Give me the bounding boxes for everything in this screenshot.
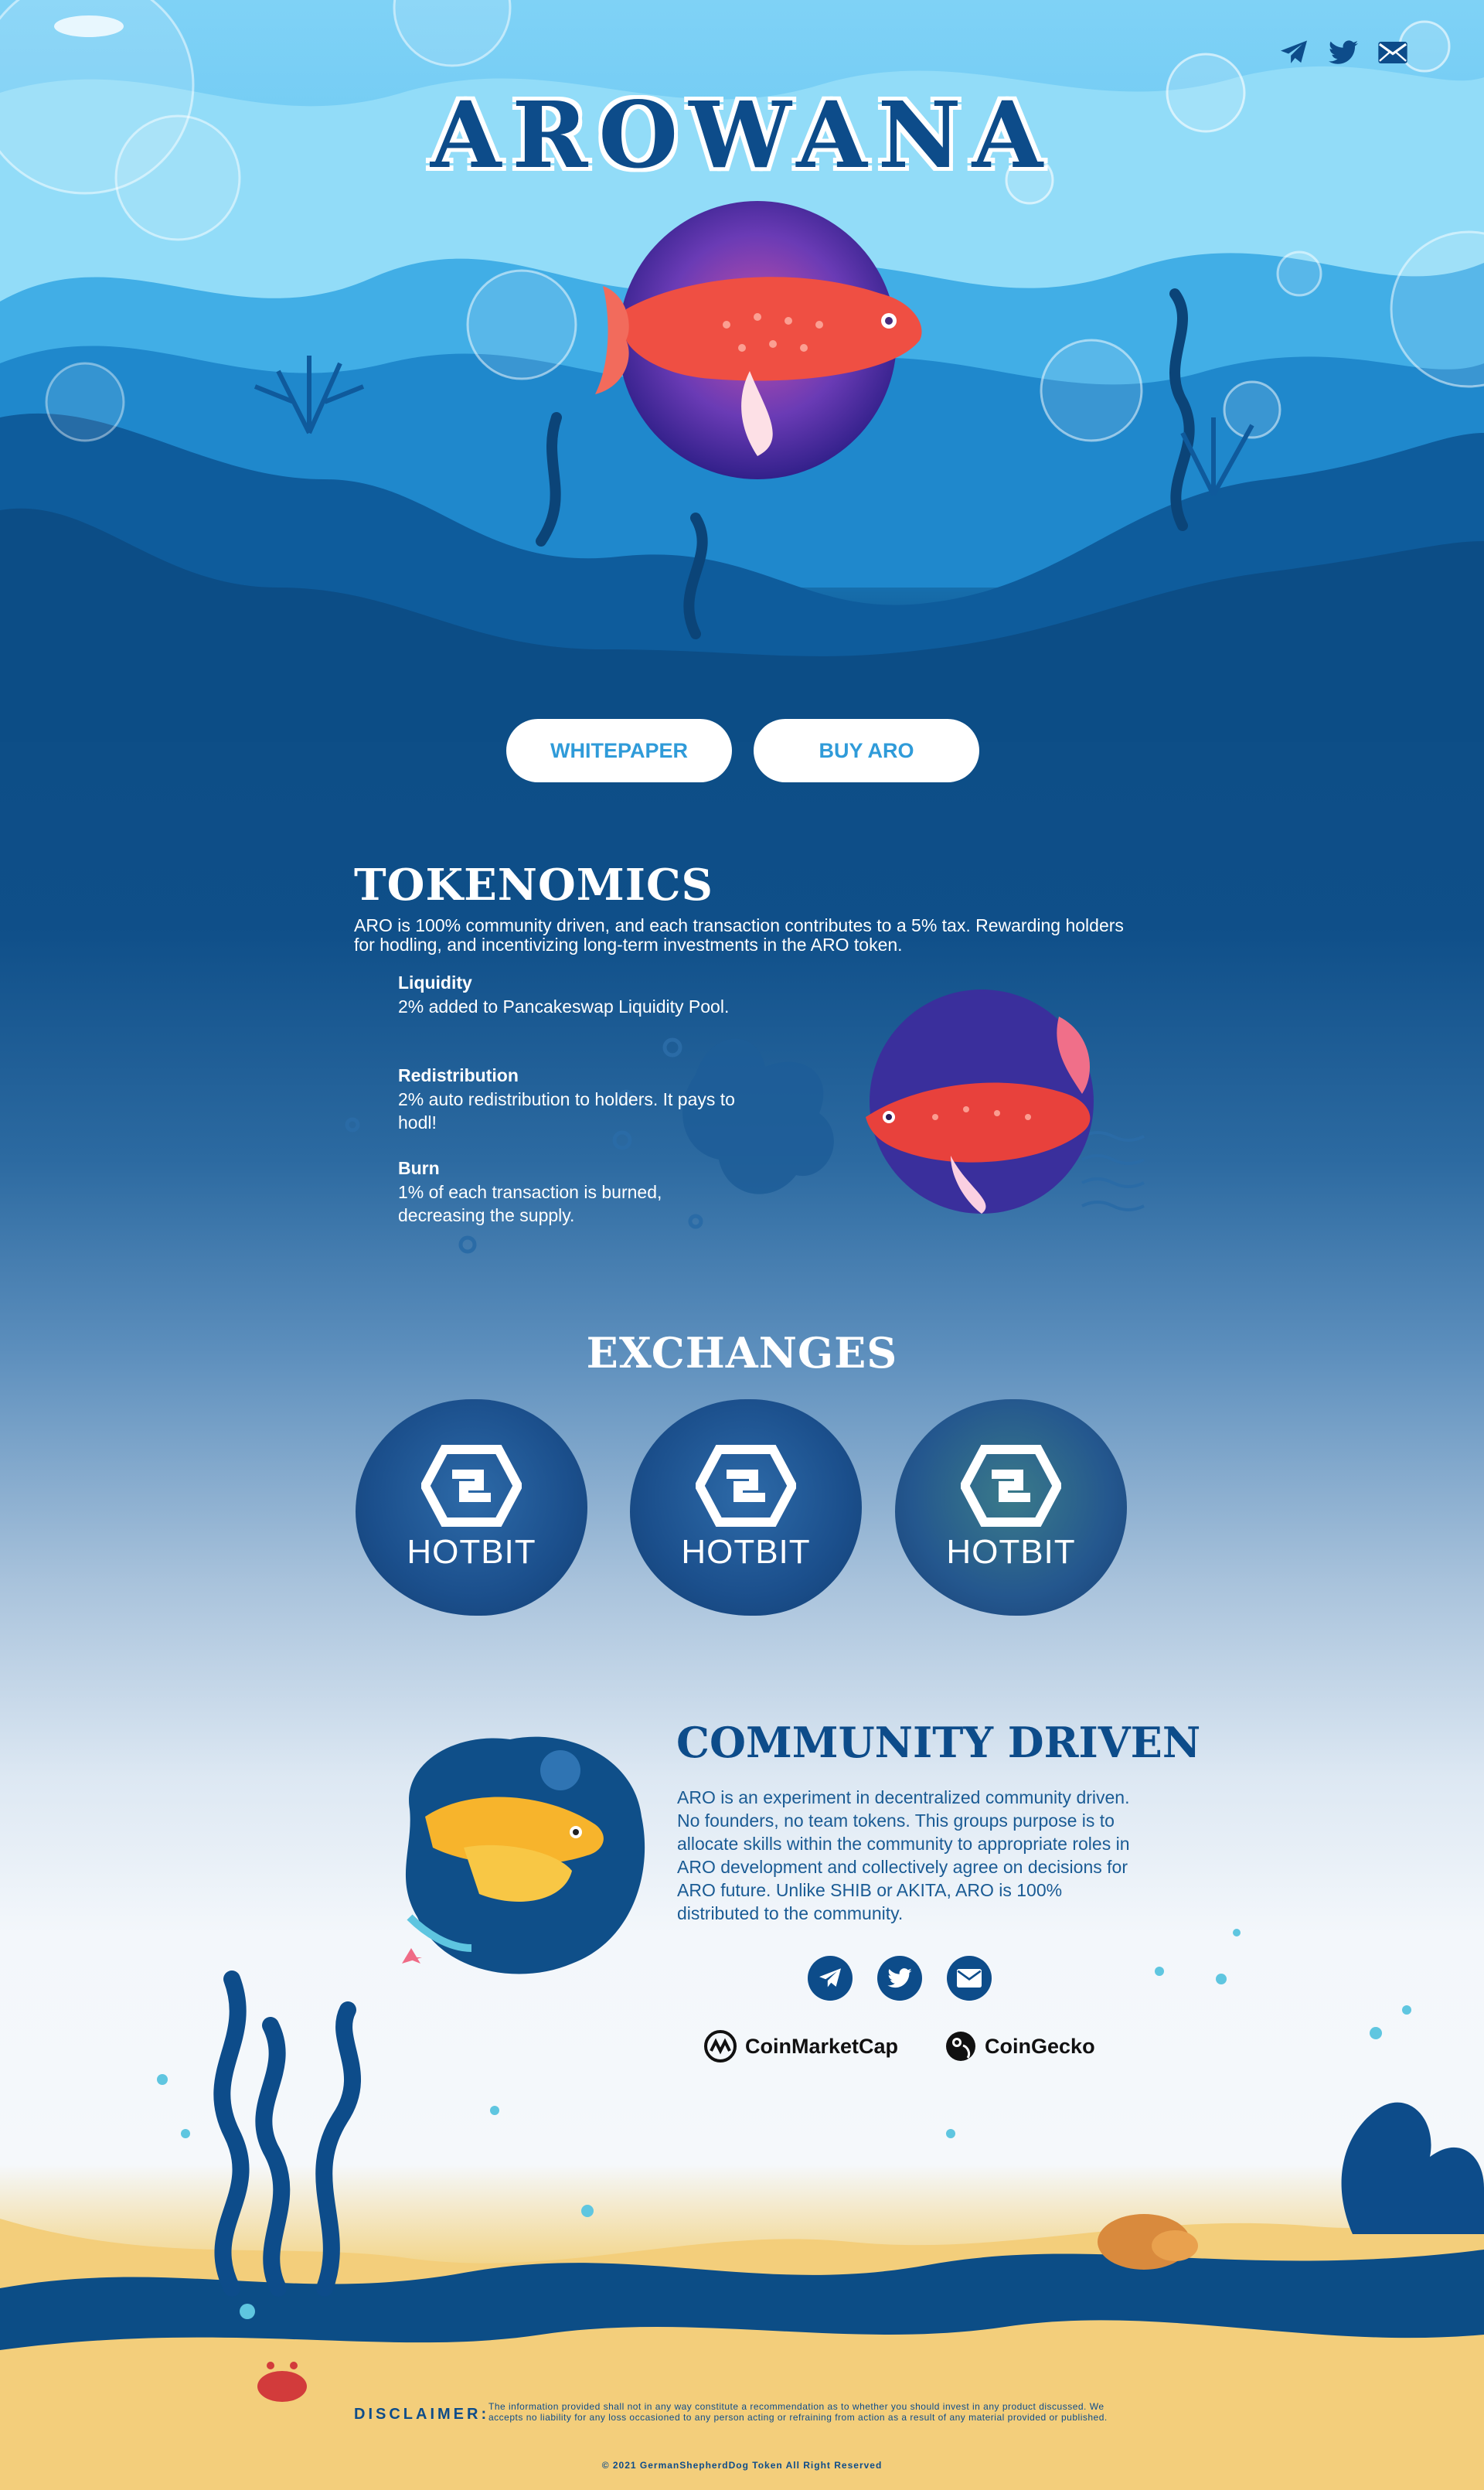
exchange-label: HOTBIT xyxy=(946,1533,1076,1571)
community-arowana-illustration xyxy=(402,1736,645,1974)
telegram-link[interactable] xyxy=(808,1956,853,2001)
telegram-icon xyxy=(1281,40,1307,63)
whitepaper-button[interactable]: WHITEPAPER xyxy=(506,719,732,782)
twitter-icon xyxy=(1329,40,1358,64)
twitter-link[interactable] xyxy=(1328,37,1359,68)
telegram-link[interactable] xyxy=(1278,37,1309,68)
hotbit-logo-icon xyxy=(696,1445,796,1527)
header-social-links xyxy=(1278,37,1408,68)
exchange-card-hotbit-1[interactable]: HOTBIT xyxy=(356,1399,587,1616)
tokenomics-arowana-illustration xyxy=(866,990,1094,1214)
coinmarketcap-icon xyxy=(704,2030,737,2063)
community-title: COMMUNITY DRIVEN xyxy=(676,1718,1201,1767)
tokenomics-item-heading: Burn xyxy=(398,1158,440,1178)
coingecko-icon xyxy=(946,2032,976,2061)
coingecko-label: CoinGecko xyxy=(985,2034,1095,2058)
exchange-label: HOTBIT xyxy=(407,1533,536,1571)
tokenomics-item-liquidity: Liquidity 2% added to Pancakeswap Liquid… xyxy=(398,972,738,1018)
coinmarketcap-label: CoinMarketCap xyxy=(745,2034,899,2058)
community-text: ARO is an experiment in decentralized co… xyxy=(677,1787,1130,1923)
exchanges-title: EXCHANGES xyxy=(586,1328,898,1378)
tokenomics-item-redistribution: Redistribution 2% auto redistribution to… xyxy=(398,1065,738,1134)
hero-arowana-illustration xyxy=(595,201,922,479)
twitter-icon xyxy=(887,1968,912,1988)
hotbit-logo-icon xyxy=(961,1445,1061,1527)
twitter-link[interactable] xyxy=(877,1956,922,2001)
tokenomics-item-text: 2% added to Pancakeswap Liquidity Pool. xyxy=(398,996,730,1017)
exchange-label: HOTBIT xyxy=(681,1533,811,1571)
tokenomics-title: TOKENOMICS xyxy=(354,860,713,911)
exchange-card-hotbit-3[interactable]: HOTBIT xyxy=(895,1399,1127,1616)
buy-aro-button[interactable]: BUY ARO xyxy=(754,719,979,782)
mail-icon xyxy=(1378,42,1407,63)
tokenomics-item-burn: Burn 1% of each transaction is burned, d… xyxy=(398,1158,738,1227)
site-title: AROWANA xyxy=(430,81,1054,189)
tokenomics-item-heading: Redistribution xyxy=(398,1065,519,1085)
disclaimer-text: The information provided shall not in an… xyxy=(488,2401,1108,2423)
mail-link[interactable] xyxy=(1377,37,1408,68)
disclaimer-label: DISCLAIMER: xyxy=(354,2406,490,2423)
listing-links: CoinMarketCap CoinGecko xyxy=(703,2029,1095,2063)
hotbit-logo-icon xyxy=(421,1445,522,1527)
tokenomics-item-text: 2% auto redistribution to holders. It pa… xyxy=(398,1089,735,1133)
copyright: © 2021 GermanShepherdDog Token All Right… xyxy=(601,2460,883,2471)
community-social-links xyxy=(808,1956,992,2001)
tokenomics-intro: ARO is 100% community driven, and each t… xyxy=(354,915,1124,955)
exchange-card-hotbit-2[interactable]: HOTBIT xyxy=(630,1399,862,1616)
coinmarketcap-link[interactable]: CoinMarketCap xyxy=(703,2029,898,2063)
coingecko-link[interactable]: CoinGecko xyxy=(945,2029,1095,2063)
mail-icon xyxy=(957,1969,982,1988)
tokenomics-item-heading: Liquidity xyxy=(398,972,472,993)
telegram-icon xyxy=(819,1968,841,1988)
tokenomics-item-text: 1% of each transaction is burned, decrea… xyxy=(398,1182,662,1225)
mail-link[interactable] xyxy=(947,1956,992,2001)
